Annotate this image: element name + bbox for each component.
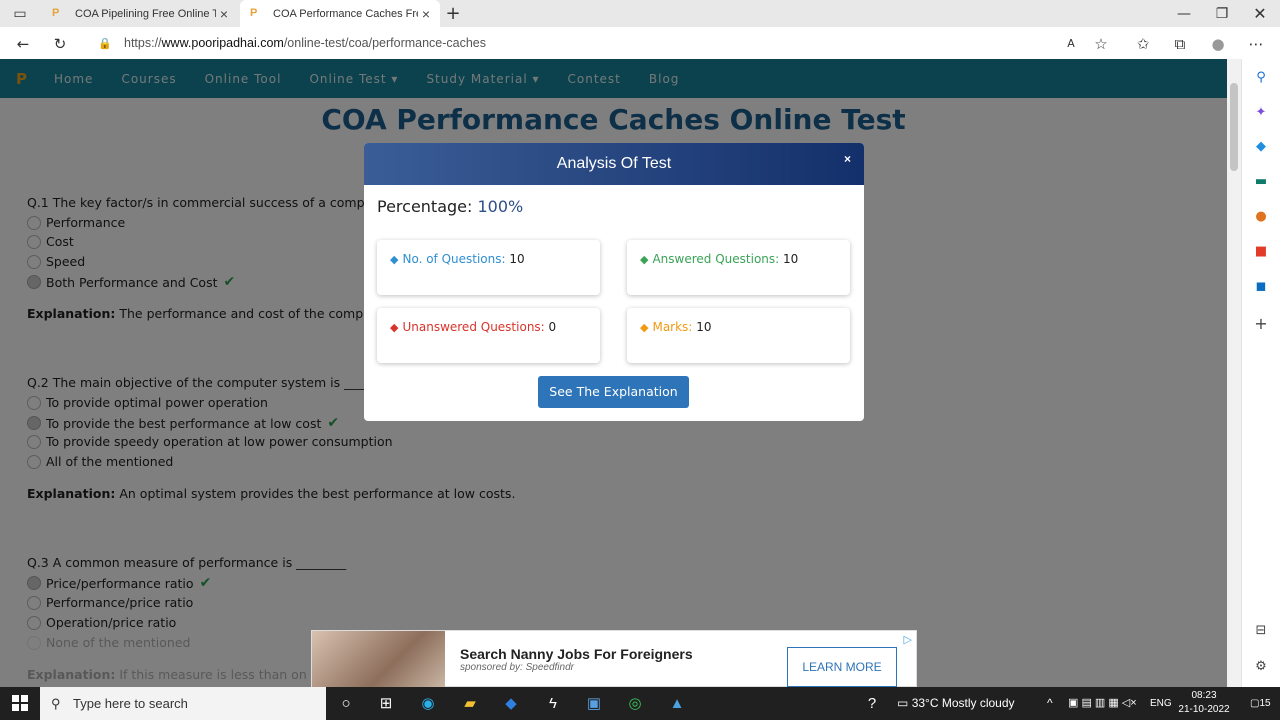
settings-gear-icon[interactable]: ⚙	[1253, 659, 1269, 675]
modal-header: Analysis Of Test ×	[364, 143, 864, 185]
stat-label: Unanswered Questions:	[402, 320, 545, 334]
address-bar-row: ← ↻ 🔒 https://www.pooripadhai.com/online…	[0, 27, 1280, 59]
url-path: /online-test/coa/performance-caches	[283, 36, 487, 50]
ad-sponsor: sponsored by: Speedfindr	[460, 662, 574, 673]
add-sidebar-icon[interactable]: +	[1253, 316, 1269, 332]
stat-value: 0	[548, 320, 557, 334]
tab-title: COA Performance Caches Free O	[273, 7, 418, 20]
taskbar-search-placeholder: Type here to search	[73, 696, 188, 711]
ad-banner[interactable]: Search Nanny Jobs For Foreigners sponsor…	[311, 630, 917, 688]
tags-icon: ◆	[640, 321, 649, 334]
site-favicon-icon: P	[250, 6, 258, 19]
clock-date: 21-10-2022	[1178, 704, 1230, 715]
modal-title: Analysis Of Test	[556, 155, 672, 172]
file-explorer-icon[interactable]: ▰	[460, 694, 480, 714]
close-tab-icon[interactable]: ×	[216, 6, 232, 22]
maximize-icon[interactable]: ❐	[1214, 6, 1230, 22]
notification-count: 15	[1259, 698, 1271, 709]
help-icon[interactable]: ?	[862, 694, 882, 714]
see-explanation-button[interactable]: See The Explanation	[538, 376, 689, 408]
tags-icon: ◆	[390, 253, 399, 266]
refresh-icon[interactable]: ↻	[51, 35, 69, 53]
system-tray-icons[interactable]: ▣ ▤ ▥ ▦ ◁×	[1068, 687, 1137, 720]
clock-time: 08:23	[1191, 690, 1217, 701]
stat-value: 10	[783, 252, 799, 266]
edge-sidebar: ⚲ ✦ ◆ ▬ ● ■ ◼ + ⊟ ⚙	[1241, 59, 1280, 687]
search-icon: ⚲	[51, 696, 61, 711]
url-prefix: https://	[124, 36, 162, 50]
profile-avatar-icon[interactable]: ●	[1209, 35, 1227, 53]
site-favicon-icon: P	[52, 6, 60, 19]
discover-icon[interactable]: ✦	[1253, 105, 1269, 121]
modal-close-button[interactable]: ×	[844, 143, 851, 175]
ad-image[interactable]	[312, 631, 445, 688]
stat-label: No. of Questions:	[402, 252, 506, 266]
shopping-icon[interactable]: ◆	[1253, 139, 1269, 155]
windows-taskbar: ⚲ Type here to search ○ ⊞ ◉ ▰ ◆ ϟ ▣ ◎ ▲ …	[0, 687, 1280, 720]
percentage-value: 100%	[477, 197, 524, 216]
stat-label: Marks:	[652, 320, 693, 334]
analysis-modal: Analysis Of Test × Percentage: 100% ◆ No.…	[364, 143, 864, 421]
cortana-icon[interactable]: ○	[336, 694, 356, 714]
tab-performance-caches[interactable]: P COA Performance Caches Free O ×	[240, 0, 440, 27]
tags-icon: ◆	[640, 253, 649, 266]
url-field[interactable]: 🔒 https://www.pooripadhai.com/online-tes…	[90, 30, 1120, 56]
url-host: www.pooripadhai.com	[161, 36, 284, 50]
stat-label: Answered Questions:	[652, 252, 780, 266]
whatsapp-icon[interactable]: ◎	[625, 694, 645, 714]
back-icon[interactable]: ←	[14, 35, 32, 53]
sidebar-toggle-icon[interactable]: ⊟	[1253, 623, 1269, 639]
tab-title: COA Pipelining Free Online Test	[75, 7, 216, 20]
tags-icon: ◆	[390, 321, 399, 334]
outlook-icon[interactable]: ◼	[1253, 279, 1269, 295]
stat-value: 10	[509, 252, 525, 266]
scrollbar-thumb[interactable]	[1230, 83, 1238, 171]
percentage-label: Percentage:	[377, 197, 473, 216]
stat-card-questions: ◆ No. of Questions: 10	[377, 240, 600, 295]
games-icon[interactable]: ●	[1253, 209, 1269, 225]
learn-more-button[interactable]: LEARN MORE	[787, 647, 897, 687]
favorite-add-icon[interactable]: ☆	[1092, 35, 1110, 53]
read-aloud-icon[interactable]: A	[1062, 35, 1080, 53]
window-close-icon[interactable]: ✕	[1252, 6, 1268, 22]
dropbox-icon[interactable]: ◆	[501, 694, 521, 714]
collections-icon[interactable]: ⧉	[1171, 35, 1189, 53]
ad-title[interactable]: Search Nanny Jobs For Foreigners	[460, 646, 693, 662]
tab-actions-icon[interactable]: ▭	[12, 6, 28, 22]
taskbar-search-input[interactable]: ⚲ Type here to search	[40, 687, 326, 720]
task-view-icon[interactable]: ⊞	[376, 694, 396, 714]
stat-card-marks: ◆ Marks: 10	[627, 308, 850, 363]
stat-card-unanswered: ◆ Unanswered Questions: 0	[377, 308, 600, 363]
stat-value: 10	[696, 320, 712, 334]
new-tab-icon[interactable]: +	[445, 5, 461, 23]
percentage: Percentage: 100%	[377, 197, 523, 216]
minimize-icon[interactable]: —	[1176, 6, 1192, 22]
stat-card-answered: ◆ Answered Questions: 10	[627, 240, 850, 295]
favorites-icon[interactable]: ✩	[1134, 35, 1152, 53]
notification-center-icon[interactable]: ▢15	[1250, 687, 1271, 720]
window-app-icon[interactable]: ▣	[584, 694, 604, 714]
tools-icon[interactable]: ▬	[1253, 174, 1269, 190]
tab-pipelining[interactable]: P COA Pipelining Free Online Test ×	[42, 0, 238, 27]
adchoices-icon[interactable]: ▷	[904, 633, 912, 646]
weather-widget[interactable]: ▭ 33°C Mostly cloudy	[897, 687, 1015, 720]
lock-icon: 🔒	[98, 37, 112, 50]
photos-icon[interactable]: ▲	[667, 694, 687, 714]
close-tab-icon[interactable]: ×	[418, 6, 434, 22]
clock[interactable]: 08:23 21-10-2022	[1178, 689, 1230, 717]
language-indicator[interactable]: ENG	[1150, 687, 1172, 720]
edge-taskbar-icon[interactable]: ◉	[418, 694, 438, 714]
tab-strip: ▭ P COA Pipelining Free Online Test × P …	[0, 0, 1280, 27]
weather-icon: ▭	[897, 696, 909, 710]
page-scrollbar[interactable]	[1227, 59, 1241, 687]
search-icon[interactable]: ⚲	[1253, 70, 1269, 86]
office-icon[interactable]: ■	[1253, 244, 1269, 260]
windows-start-icon[interactable]	[12, 695, 28, 711]
app-icon[interactable]: ϟ	[543, 694, 563, 714]
show-hidden-icons-icon[interactable]: ^	[1047, 687, 1053, 720]
more-menu-icon[interactable]: ⋯	[1247, 35, 1265, 53]
weather-text: 33°C Mostly cloudy	[911, 696, 1015, 710]
